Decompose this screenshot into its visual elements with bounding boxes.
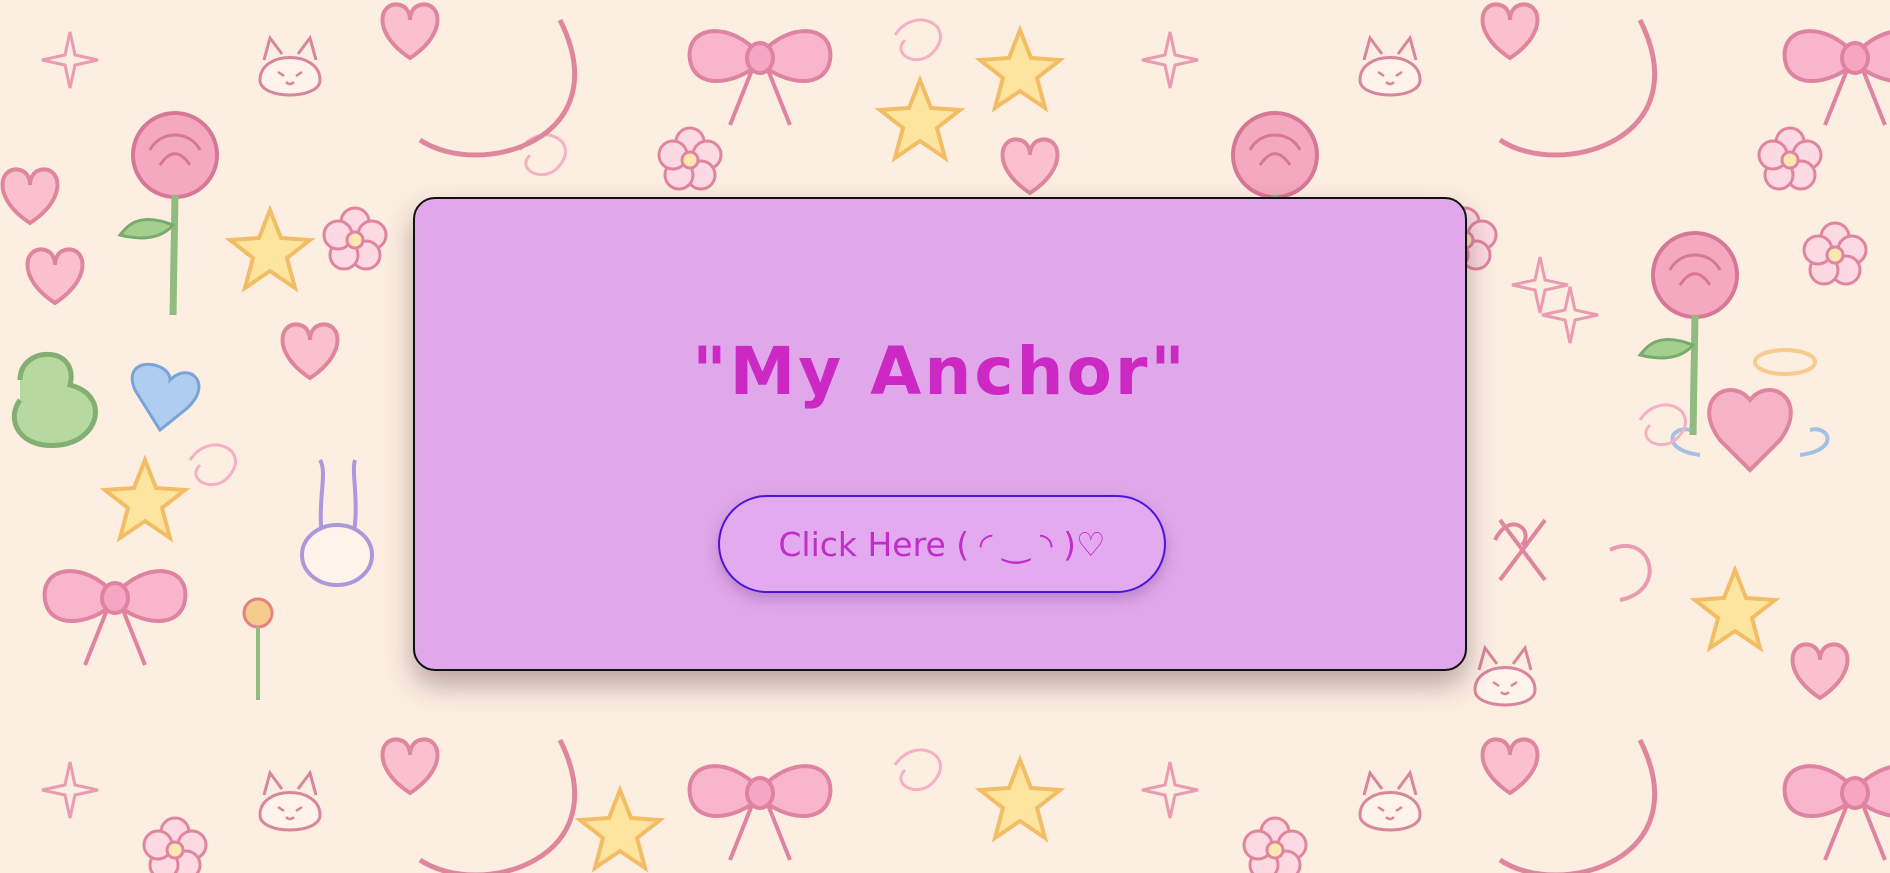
- click-here-button[interactable]: Click Here ( ◜ ‿ ◝ )♡: [718, 495, 1166, 593]
- anchor-card: "My Anchor" Click Here ( ◜ ‿ ◝ )♡: [413, 197, 1467, 671]
- page-title: "My Anchor": [692, 333, 1188, 410]
